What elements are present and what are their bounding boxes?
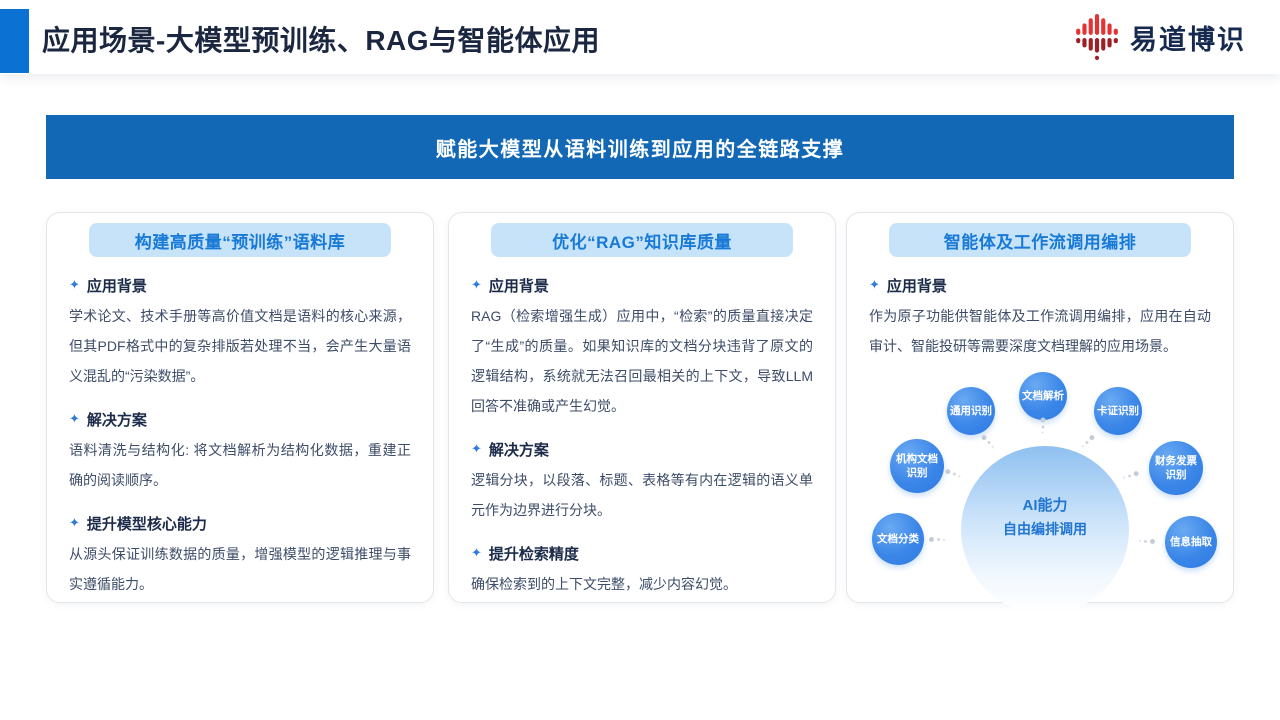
section-heading: ✦ 解决方案 <box>471 439 813 460</box>
card-rag-quality: 优化“RAG”知识库质量 ✦ 应用背景 RAG（检索增强生成）应用中，“检索”的… <box>448 212 836 603</box>
ai-capability-diagram: AI能力 自由编排调用 通用识别 文档解析 卡证识别 机构文档识别 财务发票识别… <box>847 213 1235 604</box>
node-card-recognition: 卡证识别 <box>1094 387 1142 435</box>
section-background: ✦ 应用背景 学术论文、技术手册等高价值文档是语料的核心来源，但其PDF格式中的… <box>69 275 411 391</box>
card-title: 优化“RAG”知识库质量 <box>552 228 732 253</box>
section-heading-text: 解决方案 <box>87 409 147 430</box>
node-label: 文档分类 <box>875 532 921 546</box>
node-label: 财务发票识别 <box>1153 454 1199 482</box>
card-title: 构建高质量“预训练”语料库 <box>135 228 346 253</box>
section-heading-text: 提升检索精度 <box>489 543 579 564</box>
diamond-bullet-icon: ✦ <box>69 515 80 531</box>
section-heading-text: 解决方案 <box>489 439 549 460</box>
section-solution: ✦ 解决方案 语料清洗与结构化: 将文档解析为结构化数据，重建正确的阅读顺序。 <box>69 409 411 495</box>
banner: 赋能大模型从语料训练到应用的全链路支撑 <box>46 115 1234 179</box>
connector-dots <box>1139 539 1155 544</box>
node-label: 卡证识别 <box>1095 404 1141 418</box>
card-title-pill: 优化“RAG”知识库质量 <box>491 223 793 257</box>
center-circle-line2: 自由编排调用 <box>1003 519 1087 539</box>
brand-name: 易道博识 <box>1130 18 1246 57</box>
node-label: 通用识别 <box>948 404 994 418</box>
node-general-recognition: 通用识别 <box>947 387 995 435</box>
diamond-bullet-icon: ✦ <box>471 545 482 561</box>
section-heading: ✦ 提升检索精度 <box>471 543 813 564</box>
card-pretraining-corpus: 构建高质量“预训练”语料库 ✦ 应用背景 学术论文、技术手册等高价值文档是语料的… <box>46 212 434 603</box>
node-document-classification: 文档分类 <box>872 513 924 565</box>
brand-logo: 易道博识 <box>1074 13 1246 61</box>
slide-header: 应用场景-大模型预训练、RAG与智能体应用 <box>0 0 1280 74</box>
diamond-bullet-icon: ✦ <box>69 277 80 293</box>
diamond-bullet-icon: ✦ <box>69 411 80 427</box>
section-body: 确保检索到的上下文完整，减少内容幻觉。 <box>471 569 813 599</box>
section-benefit: ✦ 提升检索精度 确保检索到的上下文完整，减少内容幻觉。 <box>471 543 813 599</box>
section-background: ✦ 应用背景 作为原子功能供智能体及工作流调用编排，应用在自动审计、智能投研等需… <box>869 275 1211 361</box>
section-body: 逻辑分块，以段落、标题、表格等有内在逻辑的语义单元作为边界进行分块。 <box>471 465 813 525</box>
section-heading-text: 应用背景 <box>87 275 147 296</box>
section-body: 从源头保证训练数据的质量，增强模型的逻辑推理与事实遵循能力。 <box>69 539 411 599</box>
connector-dots <box>1081 434 1096 449</box>
soundwave-dots-icon <box>1074 13 1120 61</box>
section-heading-text: 应用背景 <box>887 275 947 296</box>
section-heading: ✦ 提升模型核心能力 <box>69 513 411 534</box>
section-background: ✦ 应用背景 RAG（检索增强生成）应用中，“检索”的质量直接决定了“生成”的质… <box>471 275 813 421</box>
card-title-pill: 构建高质量“预训练”语料库 <box>89 223 391 257</box>
section-heading-text: 提升模型核心能力 <box>87 513 207 534</box>
section-heading: ✦ 解决方案 <box>69 409 411 430</box>
page-title: 应用场景-大模型预训练、RAG与智能体应用 <box>42 19 600 59</box>
banner-text: 赋能大模型从语料训练到应用的全链路支撑 <box>436 133 845 162</box>
card-title: 智能体及工作流调用编排 <box>944 228 1137 253</box>
node-document-parsing: 文档解析 <box>1019 372 1067 420</box>
center-circle-line1: AI能力 <box>1022 494 1067 515</box>
section-body: 语料清洗与结构化: 将文档解析为结构化数据，重建正确的阅读顺序。 <box>69 435 411 495</box>
connector-dots <box>1041 418 1046 434</box>
node-label: 文档解析 <box>1020 389 1066 403</box>
connector-dots <box>981 434 996 449</box>
node-information-extraction: 信息抽取 <box>1165 516 1217 568</box>
section-heading: ✦ 应用背景 <box>471 275 813 296</box>
section-benefit: ✦ 提升模型核心能力 从源头保证训练数据的质量，增强模型的逻辑推理与事实遵循能力… <box>69 513 411 599</box>
card-agent-workflow: 智能体及工作流调用编排 ✦ 应用背景 作为原子功能供智能体及工作流调用编排，应用… <box>846 212 1234 603</box>
diamond-bullet-icon: ✦ <box>471 277 482 293</box>
section-heading-text: 应用背景 <box>489 275 549 296</box>
diamond-bullet-icon: ✦ <box>869 277 880 293</box>
section-body: 作为原子功能供智能体及工作流调用编排，应用在自动审计、智能投研等需要深度文档理解… <box>869 301 1211 361</box>
diamond-bullet-icon: ✦ <box>471 441 482 457</box>
section-body: RAG（检索增强生成）应用中，“检索”的质量直接决定了“生成”的质量。如果知识库… <box>471 301 813 421</box>
node-org-document-recognition: 机构文档识别 <box>890 439 944 493</box>
connector-dots <box>1123 470 1140 480</box>
center-circle: AI能力 自由编排调用 <box>961 446 1129 614</box>
section-heading: ✦ 应用背景 <box>69 275 411 296</box>
connector-dots <box>945 468 962 478</box>
section-body: 学术论文、技术手册等高价值文档是语料的核心来源，但其PDF格式中的复杂排版若处理… <box>69 301 411 391</box>
node-label: 机构文档识别 <box>894 452 940 480</box>
section-heading: ✦ 应用背景 <box>869 275 1211 296</box>
section-solution: ✦ 解决方案 逻辑分块，以段落、标题、表格等有内在逻辑的语义单元作为边界进行分块… <box>471 439 813 525</box>
node-invoice-recognition: 财务发票识别 <box>1149 441 1203 495</box>
title-accent-bar <box>0 9 29 73</box>
card-title-pill: 智能体及工作流调用编排 <box>889 223 1191 257</box>
node-label: 信息抽取 <box>1168 535 1214 549</box>
slide: 应用场景-大模型预训练、RAG与智能体应用 <box>0 0 1280 720</box>
connector-dots <box>929 537 945 542</box>
